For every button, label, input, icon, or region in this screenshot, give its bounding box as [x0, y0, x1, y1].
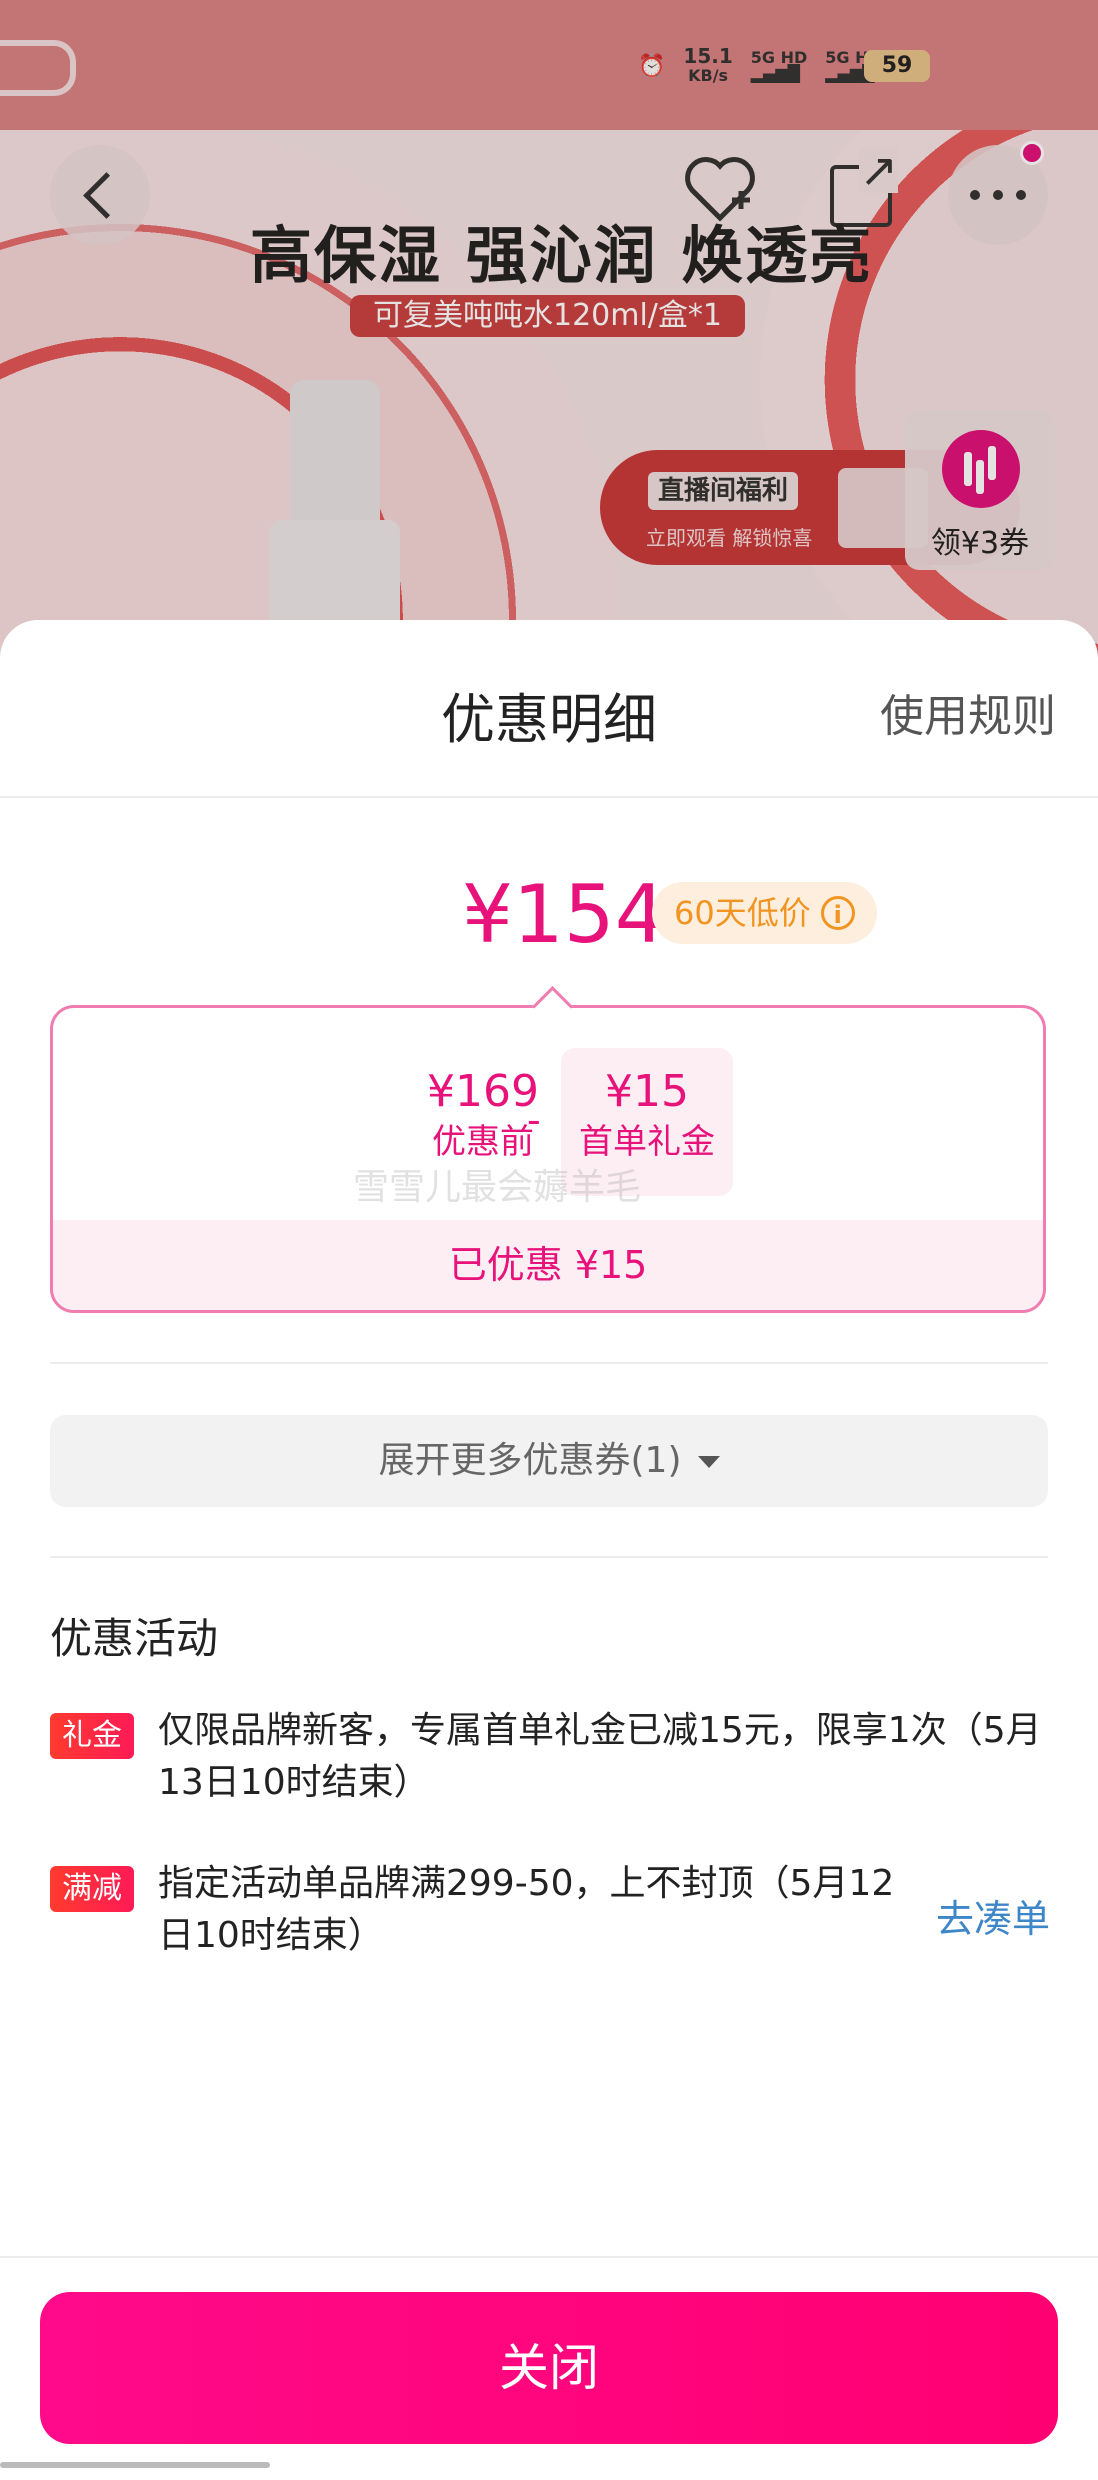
- final-price-row: ¥154 60天低价 i: [0, 870, 1098, 960]
- divider: [0, 2256, 1098, 2258]
- product-page-background: ⏰ 15.1 KB/s 5G HD▂▄▆█ 5G HD▂▄▆█ ⌔ 59 高保湿…: [0, 0, 1098, 700]
- activity-tag: 满减: [50, 1866, 134, 1912]
- divider: [50, 1556, 1048, 1558]
- activity-item: 礼金 仅限品牌新客，专属首单礼金已减15元，限享1次（5月13日10时结束）: [50, 1705, 1050, 1815]
- divider: [0, 796, 1098, 798]
- activities-title: 优惠活动: [50, 1614, 219, 1663]
- minus-sign: -: [527, 1098, 541, 1142]
- low-price-badge[interactable]: 60天低价 i: [652, 882, 877, 944]
- divider: [50, 1362, 1048, 1364]
- expand-coupons-button[interactable]: 展开更多优惠券(1): [50, 1415, 1048, 1507]
- caret-down-icon: [697, 1456, 720, 1468]
- final-price: ¥154: [462, 868, 666, 961]
- discount-detail-sheet: 优惠明细 使用规则 ¥154 60天低价 i ¥169 优惠前 - ¥15 首单…: [0, 620, 1098, 2480]
- info-icon[interactable]: i: [820, 896, 855, 930]
- add-items-link[interactable]: 去凑单: [936, 1888, 1050, 1943]
- saved-total: 已优惠 ¥15: [53, 1220, 1043, 1310]
- activity-item: 满减 指定活动单品牌满299-50，上不封顶（5月12日10时结束） 去凑单: [50, 1858, 1050, 1968]
- before-discount-chip: ¥169 优惠前: [427, 1066, 539, 1162]
- activity-text: 指定活动单品牌满299-50，上不封顶（5月12日10时结束）: [158, 1863, 895, 1956]
- activity-text: 仅限品牌新客，专属首单礼金已减15元，限享1次（5月13日10时结束）: [158, 1710, 1042, 1803]
- watermark: 雪雪儿最会薅羊毛: [353, 1167, 642, 1208]
- home-indicator[interactable]: [0, 2462, 270, 2468]
- overlay-dim: [0, 0, 1098, 700]
- activity-tag: 礼金: [50, 1713, 134, 1759]
- usage-rules-link[interactable]: 使用规则: [880, 680, 1056, 744]
- price-breakdown-card: ¥169 优惠前 - ¥15 首单礼金 雪雪儿最会薅羊毛 已优惠 ¥15: [50, 1005, 1046, 1313]
- close-button[interactable]: 关闭: [40, 2292, 1058, 2444]
